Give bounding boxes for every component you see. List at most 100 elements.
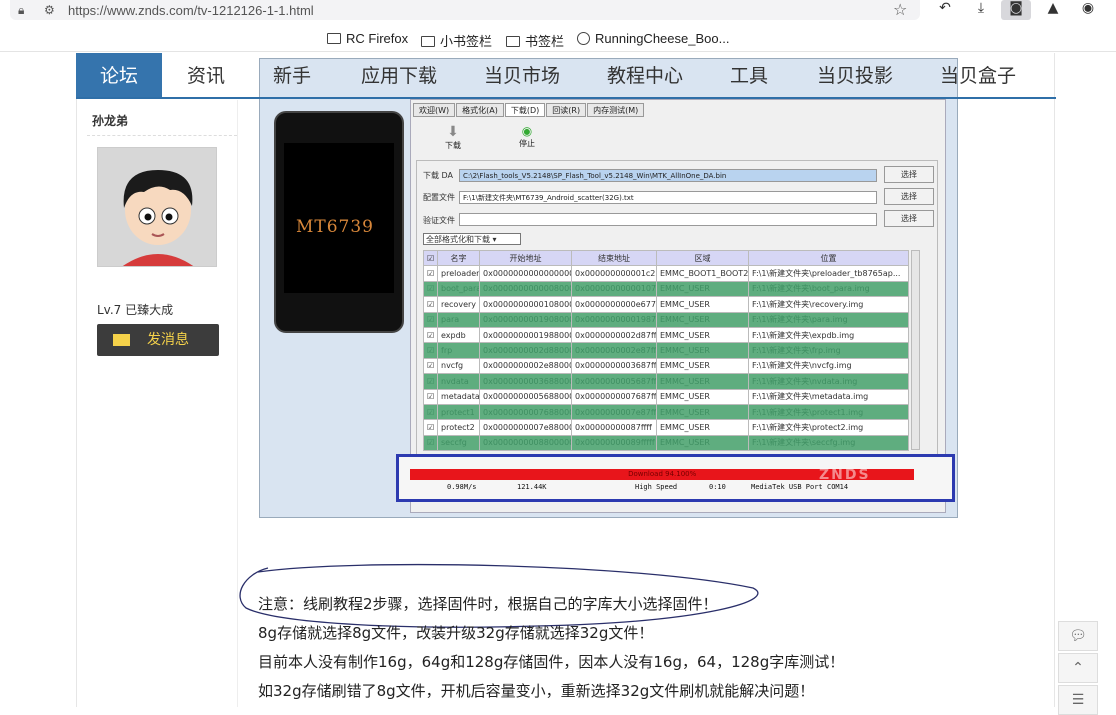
table-cell: 0x0000000007687fff: [571, 388, 657, 405]
nav-tutorials[interactable]: 教程中心: [607, 53, 683, 97]
status-mode: High Speed: [635, 483, 678, 491]
tab-download: 下载(D): [504, 103, 546, 117]
bookmark-runningcheese[interactable]: RunningCheese_Boo...: [577, 31, 729, 46]
table-cell: F:\1\新建文件夹\nvcfg.img: [748, 357, 909, 375]
comment-icon[interactable]: 💬︎: [1058, 621, 1098, 651]
stop-icon: ◉: [521, 124, 533, 138]
table-cell: EMMC_USER: [656, 326, 749, 344]
send-message-button[interactable]: 发消息: [97, 324, 219, 356]
globe-icon: [577, 32, 590, 45]
row-checkbox: ☑: [423, 311, 438, 328]
tab-welcome: 欢迎(W): [413, 103, 456, 117]
tab-memtest: 内存测试(M): [587, 103, 645, 117]
table-cell: F:\1\新建文件夹\boot_para.img: [748, 280, 909, 298]
back-to-top-icon[interactable]: ⌃: [1058, 653, 1098, 683]
table-cell: 0x0000000000e677ff: [571, 296, 657, 313]
note-line: 如32g存储刷错了8g文件，开机后容量变小，重新选择32g文件刷机就能解决问题！: [258, 682, 815, 700]
table-row: ☑ preloader 0x0000000000000000 0x0000000000…: [423, 265, 909, 282]
select-button: 选择: [884, 166, 934, 183]
download-arrow-icon: ⬇: [447, 124, 459, 140]
note-line: 目前本人没有制作16g，64g和128g存储固件，因本人没有16g，64，128…: [258, 653, 845, 671]
table-cell: 0x0000000000000000: [479, 265, 572, 282]
stop-tool: ◉ 停止: [507, 124, 547, 149]
select-label: 选择: [901, 192, 917, 201]
status-size: 121.44K: [517, 483, 547, 491]
extension-icon[interactable]: ◉: [1073, 0, 1103, 20]
stop-tool-label: 停止: [519, 139, 535, 148]
table-row: ☑ expdb 0x0000000001988000 0x0000000002d87f…: [423, 326, 909, 344]
header-location: 位置: [748, 249, 909, 267]
select-button: 选择: [884, 210, 934, 227]
folder-icon: [327, 33, 341, 44]
table-cell: metadata: [437, 388, 480, 405]
status-time: 0:10: [709, 483, 726, 491]
table-row: ☑ protect1 0x0000000007688000 0x0000000007e…: [423, 403, 909, 421]
nav-forum[interactable]: 论坛: [76, 53, 162, 97]
list-icon[interactable]: ☰: [1058, 685, 1098, 715]
user-level: Lv.7 已臻大成: [97, 303, 174, 317]
author-sidebar: 孙龙弟 Lv.7 已臻大成 发消息: [77, 100, 238, 707]
auth-path: [459, 213, 877, 226]
author-name[interactable]: 孙龙弟: [92, 112, 128, 129]
table-cell: 0x000000000001c22b: [571, 265, 657, 282]
undo-close-icon[interactable]: ↶: [930, 0, 960, 20]
table-cell: 0x0000000003688000: [479, 373, 572, 390]
table-cell: EMMC_USER: [656, 357, 749, 375]
table-cell: EMMC_USER: [656, 342, 749, 359]
bookmark-small[interactable]: 小书签栏: [421, 31, 492, 50]
table-cell: 0x0000000002e87fff: [571, 342, 657, 359]
table-cell: EMMC_USER: [656, 388, 749, 405]
bookmark-label: 小书签栏: [440, 34, 493, 49]
nav-projector[interactable]: 当贝投影: [817, 53, 893, 97]
rocket-icon[interactable]: ▲: [1038, 0, 1068, 20]
bookmark-label: RC Firefox: [346, 31, 409, 46]
tab-format: 格式化(A): [456, 103, 504, 117]
main-nav: 论坛 资讯 新手 应用下载 当贝市场 教程中心 工具 当贝投影 当贝盒子: [76, 53, 1056, 99]
scatter-label: 配置文件: [423, 193, 455, 202]
nav-box[interactable]: 当贝盒子: [940, 53, 1016, 97]
flash-tool-panel: 欢迎(W) 格式化(A) 下载(D) 回读(R) 内存测试(M) ⬇ 下载 ◉ 停止 下载 …: [410, 99, 946, 513]
download-icon[interactable]: ⤓: [966, 0, 996, 20]
watermark: ZNDS: [819, 467, 871, 483]
bookmark-label: 书签栏: [525, 34, 565, 49]
nav-beginner[interactable]: 新手: [273, 53, 311, 97]
screenshot-icon[interactable]: ◙: [1001, 0, 1031, 20]
phone-chip-label: MT6739: [295, 217, 374, 237]
divider: [87, 135, 237, 136]
table-cell: 0x00000000087ffff: [571, 419, 657, 436]
bookmark-rc-firefox[interactable]: RC Firefox: [327, 31, 408, 46]
nav-news[interactable]: 资讯: [187, 53, 225, 97]
row-checkbox: ☑: [423, 326, 438, 344]
nav-tools[interactable]: 工具: [730, 53, 768, 97]
tab-readback: 回读(R): [546, 103, 587, 117]
header-start: 开始地址: [479, 249, 572, 267]
table-row: ☑ frp 0x0000000002d88000 0x0000000002e87fff…: [423, 342, 909, 359]
avatar[interactable]: [97, 147, 217, 267]
table-cell: F:\1\新建文件夹\expdb.img: [748, 326, 909, 344]
bookmark-bar[interactable]: 书签栏: [506, 31, 564, 50]
table-header: ☑ 名字 开始地址 结束地址 区域 位置: [423, 249, 909, 267]
table-cell: 0x0000000002d88000: [479, 342, 572, 359]
table-cell: nvcfg: [437, 357, 480, 375]
tool-tabs: 欢迎(W) 格式化(A) 下载(D) 回读(R) 内存测试(M): [413, 102, 645, 118]
table-cell: 0x0000000003687fff: [571, 357, 657, 375]
da-path: C:\2\Flash_tools_V5.2148\SP_Flash_Tool_v…: [459, 169, 877, 182]
bookmark-star-icon[interactable]: ☆: [893, 0, 907, 19]
lock-icon[interactable]: 🔒︎: [18, 3, 24, 18]
table-cell: 0x00000000089fffff: [571, 434, 657, 452]
envelope-icon: [113, 334, 130, 346]
mode-value: 全部格式化和下载: [426, 235, 490, 244]
nav-market[interactable]: 当贝市场: [484, 53, 560, 97]
header-end: 结束地址: [571, 249, 657, 267]
url-text[interactable]: https://www.znds.com/tv-1212126-1-1.html: [68, 3, 314, 18]
site-permissions-icon[interactable]: ⚙︎: [44, 3, 55, 17]
table-cell: 0x0000000007e87fff: [571, 403, 657, 421]
table-row: ☑ metadata 0x0000000005688000 0x00000000076…: [423, 388, 909, 405]
row-checkbox: ☑: [423, 265, 438, 282]
row-checkbox: ☑: [423, 403, 438, 421]
nav-apps[interactable]: 应用下载: [361, 53, 437, 97]
table-cell: seccfg: [437, 434, 480, 452]
select-label: 选择: [901, 214, 917, 223]
row-checkbox: ☑: [423, 373, 438, 390]
table-cell: EMMC_USER: [656, 419, 749, 436]
